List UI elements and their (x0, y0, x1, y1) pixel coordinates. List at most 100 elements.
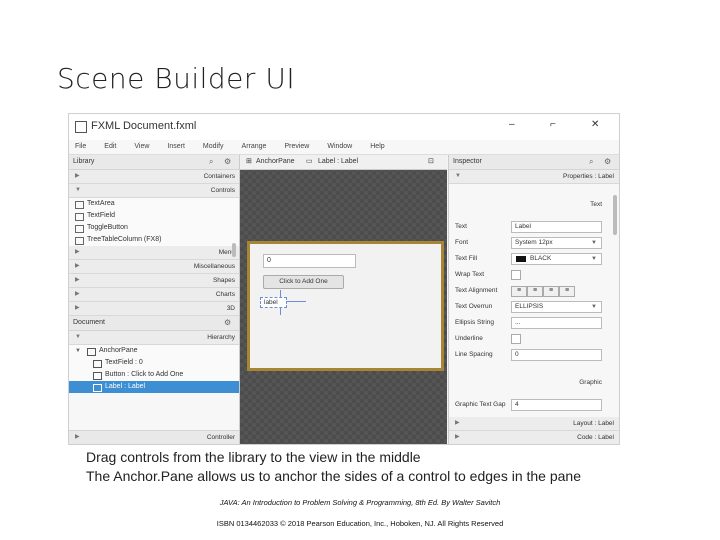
prop-text-fill: Text Fill BLACK ▼ (449, 251, 619, 267)
inspector-header: Inspector ⌕ ⚙ (449, 155, 619, 170)
library-title: Library (73, 158, 95, 165)
dropdown-icon: ▼ (591, 240, 597, 246)
fit-canvas-icon[interactable]: ⊡ (428, 155, 434, 169)
library-section-charts[interactable]: ▶ Charts (69, 288, 239, 302)
library-section-shapes[interactable]: ▶ Shapes (69, 274, 239, 288)
ellipsis-string-input[interactable]: ... (511, 317, 602, 329)
prop-text-alignment: Text Alignment ≡ ≡ ≡ ≡ (449, 283, 619, 299)
library-section-3d[interactable]: ▶ 3D (69, 302, 239, 316)
tree-item-label[interactable]: Label : Label (69, 381, 239, 393)
layout-section[interactable]: ▶ Layout : Label (449, 417, 619, 431)
expand-arrow-icon: ▶ (75, 291, 80, 297)
inspector-panel: Inspector ⌕ ⚙ ▼ Properties : Label Text T… (448, 155, 619, 444)
text-input[interactable]: Label (511, 221, 602, 233)
prop-line-spacing: Line Spacing 0 (449, 347, 619, 363)
search-icon[interactable]: ⌕ (589, 155, 593, 169)
title-bar: FXML Document.fxml – ⌐ ✕ (69, 114, 619, 140)
expand-arrow-icon: ▶ (75, 434, 80, 440)
label-crumb-icon: ▭ (306, 158, 313, 165)
prop-text-overrun: Text Overrun ELLIPSIS ▼ (449, 299, 619, 315)
anchorpane-crumb-icon: ⊞ (246, 158, 252, 165)
align-left-icon[interactable]: ≡ (511, 286, 527, 297)
minimize-button[interactable]: – (509, 119, 515, 130)
expand-arrow-icon: ▶ (455, 434, 460, 440)
canvas-textfield[interactable]: 0 (263, 254, 356, 268)
togglebutton-icon (75, 225, 84, 233)
library-section-controls[interactable]: ▼ Controls (69, 184, 239, 198)
button-icon (93, 372, 102, 380)
text-overrun-select[interactable]: ELLIPSIS ▼ (511, 301, 602, 313)
menu-help[interactable]: Help (370, 140, 384, 154)
graphic-text-gap-input[interactable]: 4 (511, 399, 602, 411)
expand-arrow-icon: ▶ (75, 277, 80, 283)
expand-arrow-icon: ▶ (75, 305, 80, 311)
library-scrollbar[interactable] (232, 243, 236, 257)
anchorpane-icon (87, 348, 96, 356)
wrap-text-checkbox[interactable] (511, 270, 521, 280)
menu-view[interactable]: View (134, 140, 149, 154)
slide-title: Scene Builder UI (57, 62, 296, 95)
expand-arrow-icon: ▶ (75, 249, 80, 255)
scene-builder-window: FXML Document.fxml – ⌐ ✕ File Edit View Ins… (68, 113, 620, 445)
font-select[interactable]: System 12px ▼ (511, 237, 602, 249)
align-center-icon[interactable]: ≡ (527, 286, 543, 297)
underline-checkbox[interactable] (511, 334, 521, 344)
dropdown-icon: ▼ (591, 304, 597, 310)
library-item-treetablecolumn[interactable]: TreeTableColumn (FX8) (69, 234, 239, 246)
library-section-menu[interactable]: ▶ Menu (69, 246, 239, 260)
code-section[interactable]: ▶ Code : Label (449, 431, 619, 444)
close-button[interactable]: ✕ (591, 119, 599, 130)
canvas-button[interactable]: Click to Add One (263, 275, 344, 289)
align-justify-icon[interactable]: ≡ (559, 286, 575, 297)
line-spacing-input[interactable]: 0 (511, 349, 602, 361)
hierarchy-section[interactable]: ▼ Hierarchy (69, 331, 239, 345)
properties-section[interactable]: ▼ Properties : Label (449, 170, 619, 184)
text-section-label: Text (590, 201, 602, 208)
search-icon[interactable]: ⌕ (209, 155, 213, 169)
library-item-textarea[interactable]: TextArea (69, 198, 239, 210)
gear-icon[interactable]: ⚙ (224, 155, 231, 169)
tree-item-anchorpane[interactable]: ▼ AnchorPane (69, 345, 239, 357)
prop-text: Text Label (449, 219, 619, 235)
expand-arrow-icon: ▶ (75, 173, 80, 179)
prop-graphic-text-gap: Graphic Text Gap 4 (449, 397, 619, 413)
window-title: FXML Document.fxml (91, 120, 197, 132)
breadcrumb-anchorpane[interactable]: AnchorPane (256, 155, 295, 169)
prop-ellipsis-string: Ellipsis String ... (449, 315, 619, 331)
menu-modify[interactable]: Modify (203, 140, 224, 154)
gear-icon[interactable]: ⚙ (604, 155, 611, 169)
library-section-misc[interactable]: ▶ Miscellaneous (69, 260, 239, 274)
menu-arrange[interactable]: Arrange (242, 140, 267, 154)
expand-arrow-icon: ▶ (455, 420, 460, 426)
caption-line-2: The Anchor.Pane allows us to anchor the … (86, 468, 581, 484)
left-panel: Library ⌕ ⚙ ▶ Containers ▼ Controls TextAr… (69, 155, 240, 444)
library-section-containers[interactable]: ▶ Containers (69, 170, 239, 184)
library-item-togglebutton[interactable]: ToggleButton (69, 222, 239, 234)
gear-icon[interactable]: ⚙ (224, 316, 231, 330)
menu-preview[interactable]: Preview (284, 140, 309, 154)
dropdown-icon: ▼ (591, 256, 597, 262)
menu-window[interactable]: Window (327, 140, 352, 154)
document-header: Document ⚙ (69, 316, 239, 331)
maximize-button[interactable]: ⌐ (550, 119, 556, 130)
text-fill-picker[interactable]: BLACK ▼ (511, 253, 602, 265)
caption-line-1: Drag controls from the library to the vi… (86, 449, 421, 465)
align-right-icon[interactable]: ≡ (543, 286, 559, 297)
anchor-guide (280, 307, 281, 315)
tree-item-textfield[interactable]: TextField : 0 (69, 357, 239, 369)
canvas-label[interactable]: label (260, 297, 287, 308)
controller-section[interactable]: ▶ Controller (69, 430, 239, 444)
anchor-guide (286, 301, 306, 302)
anchorpane-stage[interactable]: 0 Click to Add One label (247, 241, 444, 371)
collapse-arrow-icon: ▼ (75, 334, 81, 340)
menu-insert[interactable]: Insert (167, 140, 185, 154)
menu-file[interactable]: File (75, 140, 86, 154)
menu-edit[interactable]: Edit (104, 140, 116, 154)
document-title: Document (73, 319, 105, 326)
tree-item-button[interactable]: Button : Click to Add One (69, 369, 239, 381)
breadcrumb-label[interactable]: Label : Label (318, 155, 358, 169)
collapse-arrow-icon: ▼ (455, 173, 461, 179)
textfield-icon (93, 360, 102, 368)
footer-copyright: ISBN 0134462033 © 2018 Pearson Education… (216, 519, 504, 528)
library-item-textfield[interactable]: TextField (69, 210, 239, 222)
